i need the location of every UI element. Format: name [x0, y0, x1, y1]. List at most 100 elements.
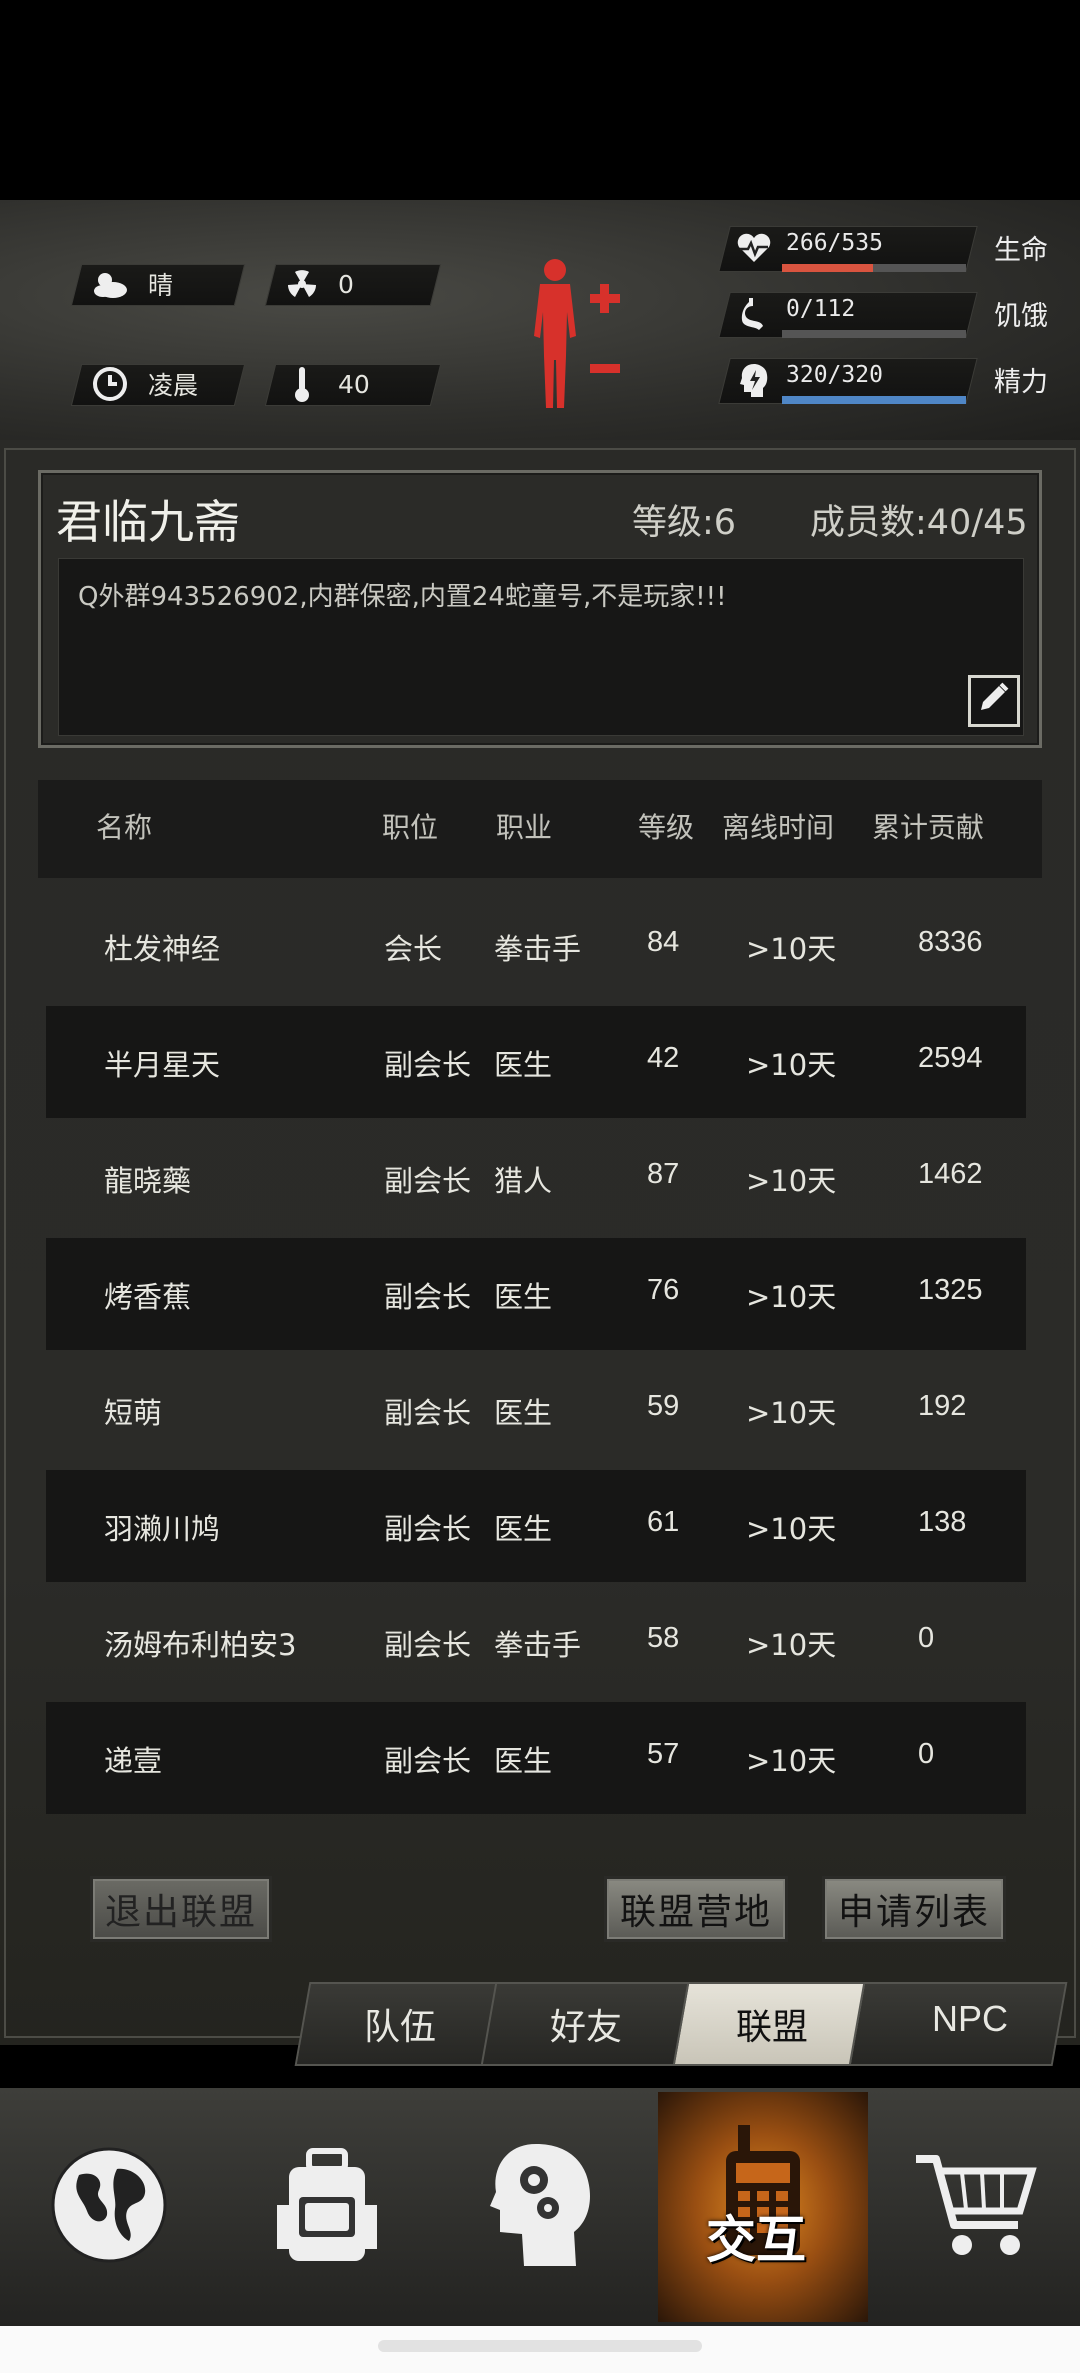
table-row[interactable]: 烤香蕉 副会长 医生 76 >10天 1325	[46, 1238, 1026, 1350]
member-name: 半月星天	[104, 1048, 221, 1082]
header-job: 职业	[496, 811, 553, 844]
table-row[interactable]: 递壹 副会长 医生 57 >10天 0	[46, 1702, 1026, 1814]
member-contribution: 2594	[918, 1042, 983, 1074]
member-job: 医生	[494, 1396, 553, 1430]
member-position: 副会长	[384, 1048, 472, 1082]
member-position: 副会长	[384, 1512, 472, 1546]
member-level: 84	[647, 926, 680, 958]
member-offline: >10天	[746, 1628, 837, 1662]
application-list-button[interactable]: 申请列表	[822, 1876, 1006, 1942]
guild-notice-text: Q外群943526902,内群保密,内置24蛇童号,不是玩家!!!	[78, 582, 727, 612]
hunger-value: 0/112	[786, 296, 856, 322]
backpack-icon	[267, 2145, 387, 2269]
member-offline: >10天	[746, 932, 837, 966]
table-row[interactable]: 汤姆布利柏安3 副会长 拳击手 58 >10天 0	[46, 1586, 1026, 1698]
member-level: 58	[647, 1622, 680, 1654]
member-position: 会长	[384, 932, 443, 966]
member-name: 羽濑川鸠	[104, 1512, 221, 1546]
nav-shop-button[interactable]	[870, 2092, 1080, 2322]
member-name: 杜发神经	[104, 932, 221, 966]
life-fill	[782, 264, 874, 272]
table-row[interactable]: 杜发神经 会长 拳击手 84 >10天 8336	[46, 890, 1026, 1002]
member-offline: >10天	[746, 1512, 837, 1546]
life-track	[782, 264, 966, 272]
member-name: 烤香蕉	[104, 1280, 192, 1314]
head-gears-icon	[486, 2140, 596, 2274]
member-contribution: 1325	[918, 1274, 983, 1306]
member-offline: >10天	[746, 1164, 837, 1198]
tab-friends-label: 好友	[550, 2007, 623, 2048]
member-job: 猎人	[494, 1164, 553, 1198]
member-position: 副会长	[384, 1280, 472, 1314]
nav-backpack-button[interactable]	[222, 2092, 432, 2322]
member-name: 龍晓藥	[104, 1164, 192, 1198]
hunger-track	[782, 330, 966, 338]
member-contribution: 138	[918, 1506, 967, 1538]
shopping-cart-icon	[910, 2145, 1040, 2269]
member-offline: >10天	[746, 1396, 837, 1430]
member-name: 汤姆布利柏安3	[104, 1628, 297, 1662]
member-level: 87	[647, 1158, 680, 1190]
heart-pulse-icon	[734, 228, 774, 268]
thermometer-icon	[278, 365, 326, 403]
tab-npc-label: NPC	[932, 1998, 1009, 2039]
temperature-value: 40	[338, 369, 370, 399]
body-status-figure[interactable]	[520, 256, 630, 416]
member-level: 57	[647, 1738, 680, 1770]
header-level: 等级	[638, 811, 695, 844]
table-row[interactable]: 短萌 副会长 医生 59 >10天 192	[46, 1354, 1026, 1466]
energy-label: 精力	[994, 367, 1048, 398]
member-offline: >10天	[746, 1280, 837, 1314]
member-job: 医生	[494, 1744, 553, 1778]
member-name: 短萌	[104, 1396, 163, 1430]
member-contribution: 0	[918, 1622, 935, 1654]
member-level: 76	[647, 1274, 680, 1306]
globe-icon	[49, 2145, 169, 2269]
energy-fill	[782, 396, 966, 404]
home-indicator[interactable]	[378, 2340, 702, 2352]
life-label: 生命	[994, 235, 1048, 266]
member-offline: >10天	[746, 1048, 837, 1082]
guild-name: 君临九斋	[56, 495, 240, 549]
member-contribution: 0	[918, 1738, 935, 1770]
alliance-camp-button[interactable]: 联盟营地	[604, 1876, 788, 1942]
tab-alliance-label: 联盟	[736, 2007, 809, 2048]
guild-level: 等级:6	[632, 503, 737, 543]
hunger-label: 饥饿	[994, 301, 1048, 332]
energy-head-icon	[734, 360, 774, 400]
member-position: 副会长	[384, 1164, 472, 1198]
table-row[interactable]: 龍晓藥 副会长 猎人 87 >10天 1462	[46, 1122, 1026, 1234]
tab-team-label: 队伍	[364, 2007, 437, 2048]
weather-value: 晴	[148, 271, 174, 300]
header-contribution: 累计贡献	[872, 811, 985, 844]
header-name: 名称	[96, 811, 153, 844]
member-position: 副会长	[384, 1628, 472, 1662]
pencil-icon	[977, 680, 1011, 722]
header-position: 职位	[382, 811, 439, 844]
nav-map-button[interactable]	[4, 2092, 214, 2322]
member-name: 递壹	[104, 1744, 163, 1778]
energy-value: 320/320	[786, 362, 883, 388]
clock-icon	[86, 366, 134, 402]
cloud-sun-icon	[86, 269, 134, 299]
leave-alliance-button[interactable]: 退出联盟	[90, 1876, 272, 1942]
member-job: 拳击手	[494, 932, 582, 966]
edit-notice-button[interactable]	[968, 675, 1020, 727]
member-offline: >10天	[746, 1744, 837, 1778]
nav-skills-button[interactable]	[436, 2092, 646, 2322]
member-contribution: 1462	[918, 1158, 983, 1190]
table-row[interactable]: 羽濑川鸠 副会长 医生 61 >10天 138	[46, 1470, 1026, 1582]
life-value: 266/535	[786, 230, 883, 256]
radiation-value: 0	[338, 269, 354, 299]
nav-interact-label: 交互	[706, 2211, 806, 2269]
member-contribution: 192	[918, 1390, 967, 1422]
guild-member-count: 成员数:40/45	[810, 503, 1028, 543]
time-value: 凌晨	[148, 371, 199, 400]
member-position: 副会长	[384, 1744, 472, 1778]
table-row[interactable]: 半月星天 副会长 医生 42 >10天 2594	[46, 1006, 1026, 1118]
member-level: 42	[647, 1042, 680, 1074]
member-position: 副会长	[384, 1396, 472, 1430]
radiation-icon	[278, 268, 326, 300]
energy-track	[782, 396, 966, 404]
member-job: 医生	[494, 1280, 553, 1314]
